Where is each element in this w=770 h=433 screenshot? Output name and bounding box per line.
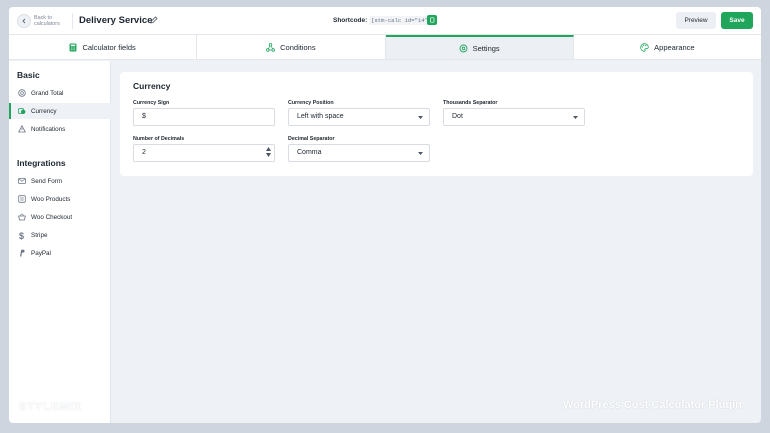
plugin-watermark: WordPress Cost Calculator Plugin xyxy=(563,399,742,411)
caret-down-icon xyxy=(418,152,423,155)
gear-icon xyxy=(459,44,468,52)
notifications-icon xyxy=(18,125,26,133)
copy-icon xyxy=(430,17,435,23)
calculator-icon xyxy=(69,43,77,51)
decimal-separator-select[interactable]: Comma xyxy=(288,144,430,162)
select-value: Left with space xyxy=(297,113,344,120)
tab-label: Conditions xyxy=(280,42,316,52)
mail-icon xyxy=(18,178,26,184)
currency-position-label: Currency Position xyxy=(288,100,334,106)
sidebar-item-currency[interactable]: Currency xyxy=(9,103,111,119)
back-button[interactable] xyxy=(17,14,31,28)
tab-bar: Calculator fields Conditions Settings Ap… xyxy=(9,35,761,60)
dollar-icon: $ xyxy=(19,231,24,240)
preview-button[interactable]: Preview xyxy=(676,12,716,29)
sidebar-item-label: Notifications xyxy=(31,125,66,133)
tab-calculator-fields[interactable]: Calculator fields xyxy=(9,35,198,59)
back-link[interactable]: Back to calculators xyxy=(34,15,70,27)
sidebar-item-label: Stripe xyxy=(31,231,48,239)
sidebar-item-paypal[interactable]: PayPal xyxy=(9,245,111,261)
tab-appearance[interactable]: Appearance xyxy=(574,35,761,59)
basic-heading: Basic xyxy=(17,70,40,80)
tab-label: Settings xyxy=(472,43,500,53)
tab-label: Calculator fields xyxy=(82,42,136,52)
conditions-icon xyxy=(266,42,276,52)
stylemix-logo-sub: THEMES xyxy=(67,414,88,420)
copy-shortcode-button[interactable] xyxy=(427,15,437,25)
sidebar-item-label: Woo Checkout xyxy=(31,213,73,221)
svg-text:$: $ xyxy=(19,231,24,240)
sidebar-item-woo-checkout[interactable]: Woo Checkout xyxy=(9,209,111,225)
sidebar-item-grand-total[interactable]: Grand Total xyxy=(9,85,111,101)
basket-icon xyxy=(18,213,26,221)
select-value: Comma xyxy=(297,149,322,156)
sidebar-item-label: Woo Products xyxy=(31,195,71,203)
stepper-down-icon[interactable] xyxy=(266,153,271,157)
thousands-separator-label: Thousands Separator xyxy=(443,100,498,106)
edit-pencil-icon[interactable] xyxy=(150,16,158,24)
sidebar-item-stripe[interactable]: $ Stripe xyxy=(9,227,111,243)
shortcode-label: Shortcode: xyxy=(333,17,368,24)
sidebar-item-label: Grand Total xyxy=(31,89,64,97)
sidebar-item-notifications[interactable]: Notifications xyxy=(9,121,111,137)
decimal-separator-label: Decimal Separator xyxy=(288,136,335,142)
grand-total-icon xyxy=(18,89,26,97)
caret-down-icon xyxy=(573,116,578,119)
currency-sign-input[interactable]: $ xyxy=(133,108,275,126)
sidebar-item-label: Currency xyxy=(31,107,57,115)
currency-settings-card: Currency Currency Sign $ Currency Positi… xyxy=(120,72,753,176)
sidebar-item-woo-products[interactable]: Woo Products xyxy=(9,191,111,207)
currency-position-select[interactable]: Left with space xyxy=(288,108,430,126)
palette-icon xyxy=(640,42,649,52)
number-of-decimals-label: Number of Decimals xyxy=(133,136,185,142)
stepper-up-icon[interactable] xyxy=(266,147,271,151)
settings-sidebar: Basic Grand Total Currency Notifications… xyxy=(9,61,111,423)
woo-products-icon xyxy=(18,195,26,203)
calculator-title: Delivery Service xyxy=(79,15,153,26)
select-value: Dot xyxy=(452,113,463,120)
thousands-separator-select[interactable]: Dot xyxy=(443,108,585,126)
input-value: 2 xyxy=(142,149,146,156)
stylemix-logo: STYLEMIX xyxy=(19,401,83,413)
currency-sign-label: Currency Sign xyxy=(133,100,170,106)
divider xyxy=(72,13,73,29)
section-title: Currency xyxy=(133,81,171,91)
tab-label: Appearance xyxy=(654,42,695,52)
sidebar-item-label: PayPal xyxy=(31,249,51,257)
top-bar: Back to calculators Delivery Service Sho… xyxy=(9,7,761,35)
shortcode-value: [stm-calc id="14"] xyxy=(369,16,434,25)
decimals-stepper[interactable] xyxy=(266,147,271,157)
caret-down-icon xyxy=(418,116,423,119)
currency-icon xyxy=(18,108,26,114)
integrations-heading: Integrations xyxy=(17,158,66,168)
chevron-left-icon xyxy=(22,18,26,24)
paypal-icon xyxy=(20,249,25,257)
sidebar-item-send-form[interactable]: Send Form xyxy=(9,173,111,189)
number-of-decimals-input[interactable]: 2 xyxy=(133,144,275,162)
app-window: Back to calculators Delivery Service Sho… xyxy=(9,7,761,423)
sidebar-item-label: Send Form xyxy=(31,177,63,185)
tab-conditions[interactable]: Conditions xyxy=(197,35,386,59)
tab-settings[interactable]: Settings xyxy=(385,35,574,59)
save-button[interactable]: Save xyxy=(721,12,753,29)
